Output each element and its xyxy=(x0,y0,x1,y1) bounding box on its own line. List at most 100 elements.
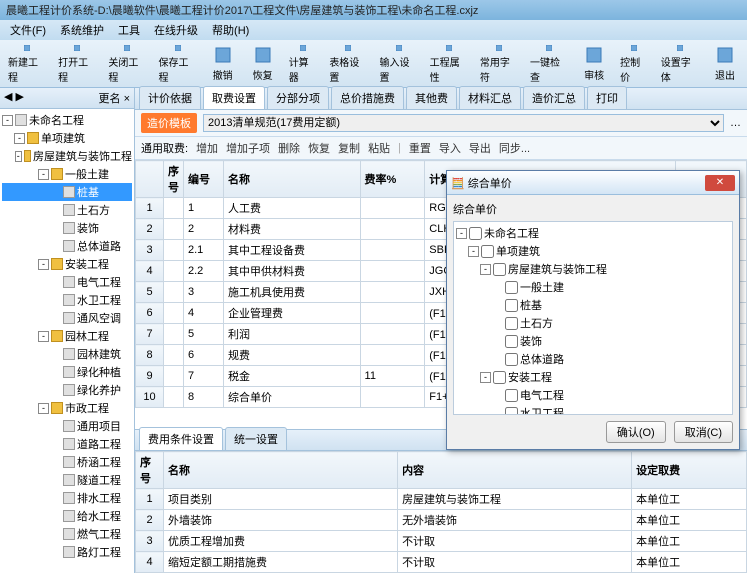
action-link[interactable]: 重置 xyxy=(405,143,435,155)
action-link[interactable]: 粘贴 xyxy=(364,143,394,155)
column-header[interactable]: 设定取费 xyxy=(632,452,747,489)
open-button[interactable]: 打开工程 xyxy=(54,42,100,86)
condition-tab[interactable]: 费用条件设置 xyxy=(139,427,223,450)
tree-item[interactable]: 桩基 xyxy=(456,296,730,314)
tree-item[interactable]: 绿化养护 xyxy=(2,381,132,399)
main-tab[interactable]: 计价依据 xyxy=(139,86,201,109)
tree-item[interactable]: 桩基 xyxy=(2,183,132,201)
close-button[interactable]: 关闭工程 xyxy=(104,42,150,86)
tree-item[interactable]: -园林工程 xyxy=(2,327,132,345)
toggle-icon[interactable]: - xyxy=(2,115,13,126)
tree-checkbox[interactable] xyxy=(505,335,518,348)
toggle-icon[interactable]: - xyxy=(468,246,479,257)
menu-item[interactable]: 在线升级 xyxy=(148,20,204,40)
toggle-icon[interactable]: - xyxy=(38,403,49,414)
main-tab[interactable]: 造价汇总 xyxy=(523,86,585,109)
tree-item[interactable]: -市政工程 xyxy=(2,399,132,417)
main-tab[interactable]: 分部分项 xyxy=(267,86,329,109)
main-tab[interactable]: 材料汇总 xyxy=(459,86,521,109)
toggle-icon[interactable]: - xyxy=(480,264,491,275)
tree-item[interactable]: -未命名工程 xyxy=(456,224,730,242)
tree-checkbox[interactable] xyxy=(505,389,518,402)
tree-item[interactable]: 通用项目 xyxy=(2,417,132,435)
tree-checkbox[interactable] xyxy=(481,245,494,258)
main-tab[interactable]: 总价措施费 xyxy=(331,86,404,109)
toggle-icon[interactable]: - xyxy=(38,169,49,180)
tree-item[interactable]: -单项建筑 xyxy=(456,242,730,260)
tree-checkbox[interactable] xyxy=(505,353,518,366)
action-link[interactable]: 同步... xyxy=(495,143,534,155)
font-button[interactable]: 常用字符 xyxy=(476,42,522,86)
column-header[interactable]: 名称 xyxy=(164,452,398,489)
tree-item[interactable]: 电气工程 xyxy=(2,273,132,291)
tree-item[interactable]: 水卫工程 xyxy=(2,291,132,309)
column-header[interactable]: 内容 xyxy=(398,452,632,489)
column-header[interactable]: 序号 xyxy=(136,452,164,489)
tree-item[interactable]: 一般土建 xyxy=(456,278,730,296)
tree-item[interactable]: 隧道工程 xyxy=(2,471,132,489)
close-icon[interactable]: ✕ xyxy=(705,175,735,191)
tree-item[interactable]: 桥涵工程 xyxy=(2,453,132,471)
tree-item[interactable]: -房屋建筑与装饰工程 xyxy=(456,260,730,278)
tree-item[interactable]: 装饰 xyxy=(2,219,132,237)
tree-item[interactable]: 园林建筑 xyxy=(2,345,132,363)
toggle-icon[interactable]: - xyxy=(480,372,491,383)
tree-item[interactable]: 排水工程 xyxy=(2,489,132,507)
tree-item[interactable]: 总体道路 xyxy=(456,350,730,368)
tree-checkbox[interactable] xyxy=(469,227,482,240)
menu-item[interactable]: 帮助(H) xyxy=(206,20,255,40)
action-link[interactable]: 导出 xyxy=(465,143,495,155)
ctrl-button[interactable]: 控制价 xyxy=(616,42,653,86)
toggle-icon[interactable]: - xyxy=(15,151,22,162)
save-button[interactable]: 保存工程 xyxy=(155,42,201,86)
price-template-more-icon[interactable]: … xyxy=(730,117,741,129)
table-row[interactable]: 2外墙装饰无外墙装饰本单位工 xyxy=(136,510,747,531)
redo-button[interactable]: 恢复 xyxy=(245,42,281,86)
price-template-select[interactable]: 2013清单规范(17费用定额) xyxy=(203,114,724,132)
tblset-button[interactable]: 表格设置 xyxy=(325,42,371,86)
tree-item[interactable]: 土石方 xyxy=(456,314,730,332)
tree-item[interactable]: 电气工程 xyxy=(456,386,730,404)
action-link[interactable]: 删除 xyxy=(274,143,304,155)
toggle-icon[interactable]: - xyxy=(38,259,49,270)
toggle-icon[interactable]: - xyxy=(456,228,467,239)
tree-item[interactable]: 总体道路 xyxy=(2,237,132,255)
main-tab[interactable]: 其他费 xyxy=(406,86,457,109)
tree-item[interactable]: -安装工程 xyxy=(456,368,730,386)
sidebar-rename[interactable]: 更名 × xyxy=(99,90,130,106)
action-link[interactable]: 增加 xyxy=(192,143,222,155)
tree-item[interactable]: -单项建筑 xyxy=(2,129,132,147)
toggle-icon[interactable]: - xyxy=(38,331,49,342)
tree-item[interactable]: 通风空调 xyxy=(2,309,132,327)
action-link[interactable]: 恢复 xyxy=(304,143,334,155)
tree-checkbox[interactable] xyxy=(493,263,506,276)
toggle-icon[interactable]: - xyxy=(14,133,25,144)
tree-item[interactable]: -一般土建 xyxy=(2,165,132,183)
undo-button[interactable]: 撤销 xyxy=(205,42,241,86)
tree-checkbox[interactable] xyxy=(493,371,506,384)
tree-item[interactable]: 水卫工程 xyxy=(456,404,730,415)
menu-item[interactable]: 工具 xyxy=(112,20,146,40)
tree-item[interactable]: 装饰 xyxy=(456,332,730,350)
ok-button[interactable]: 确认(O) xyxy=(606,421,666,443)
condition-tab[interactable]: 统一设置 xyxy=(225,427,287,450)
calc-button[interactable]: 计算器 xyxy=(285,42,322,86)
setfont-button[interactable]: 设置字体 xyxy=(657,42,703,86)
tree-checkbox[interactable] xyxy=(505,317,518,330)
tree-item[interactable]: -房屋建筑与装饰工程 xyxy=(2,147,132,165)
menu-item[interactable]: 文件(F) xyxy=(4,20,52,40)
tree-item[interactable]: 道路工程 xyxy=(2,435,132,453)
new-button[interactable]: 新建工程 xyxy=(4,42,50,86)
audit-button[interactable]: 审核 xyxy=(576,42,612,86)
tree-item[interactable]: 绿化种植 xyxy=(2,363,132,381)
exit-button[interactable]: 退出 xyxy=(707,42,743,86)
dialog-titlebar[interactable]: 🧮 综合单价 ✕ xyxy=(447,171,739,195)
column-header[interactable]: 名称 xyxy=(224,161,361,198)
tree-item[interactable]: 燃气工程 xyxy=(2,525,132,543)
inset-button[interactable]: 输入设置 xyxy=(375,42,421,86)
tree-checkbox[interactable] xyxy=(505,281,518,294)
tree-item[interactable]: -未命名工程 xyxy=(2,111,132,129)
table-row[interactable]: 4缩短定额工期措施费不计取本单位工 xyxy=(136,552,747,573)
cancel-button[interactable]: 取消(C) xyxy=(674,421,733,443)
column-header[interactable]: 费率% xyxy=(360,161,425,198)
